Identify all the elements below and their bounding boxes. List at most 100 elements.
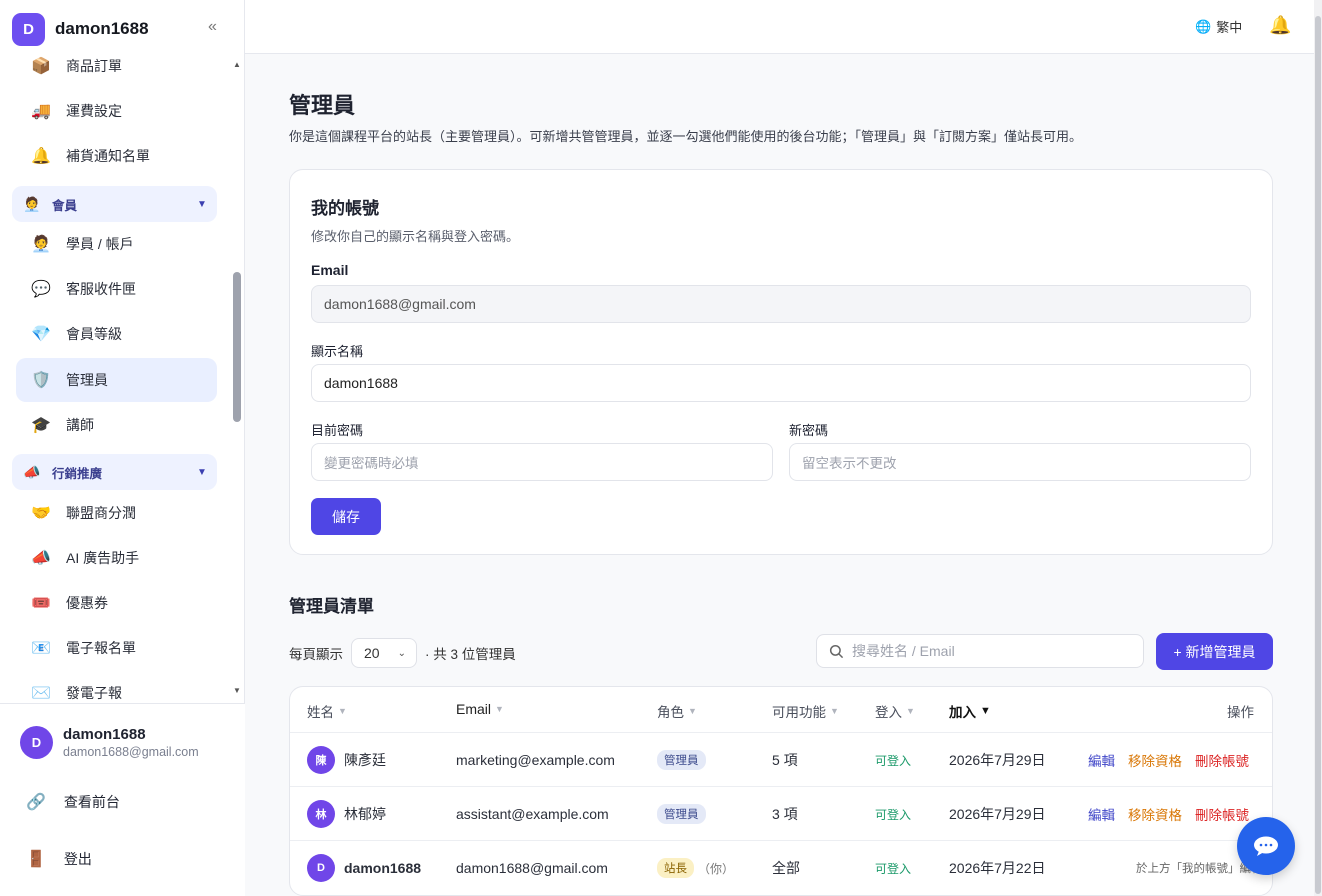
sidebar-scrollbar[interactable]: ▲ ▼: [231, 56, 243, 704]
column-header-name[interactable]: 姓名 ▼: [307, 701, 347, 721]
column-header-label: 加入: [949, 705, 976, 720]
my-account-subtitle: 修改你自己的顯示名稱與登入密碼。: [311, 229, 520, 244]
sidebar-item-instructors[interactable]: 🎓 講師: [16, 403, 217, 447]
sidebar-nav: 📦 商品訂單 🚚 運費設定 🔔 補貨通知名單 🧑‍💼 會員 ▼ 🧑‍💼 學員 /…: [0, 44, 232, 704]
sidebar: D damon1688 « 📦 商品訂單 🚚 運費設定 🔔 補貨通知名單 🧑‍💼…: [0, 0, 245, 896]
sidebar-item-support-inbox[interactable]: 💬 客服收件匣: [16, 267, 217, 311]
view-frontend-link[interactable]: 🔗 查看前台: [26, 792, 120, 812]
current-password-field[interactable]: 變更密碼時必填: [311, 443, 773, 481]
sidebar-item-label: 學員 / 帳戶: [66, 236, 134, 252]
column-header-label: 登入: [875, 705, 902, 720]
collapse-sidebar-icon[interactable]: «: [208, 18, 217, 36]
brand-logo: D: [12, 12, 45, 46]
edit-button[interactable]: 編輯: [1088, 750, 1115, 770]
scroll-down-icon[interactable]: ▼: [233, 686, 241, 695]
brand[interactable]: D damon1688: [12, 12, 149, 46]
remove-role-button[interactable]: 移除資格: [1128, 750, 1182, 770]
sidebar-item-shipping[interactable]: 🚚 運費設定: [16, 89, 217, 133]
add-admin-button[interactable]: + 新增管理員: [1156, 633, 1273, 670]
graduation-cap-icon: 🎓: [31, 417, 51, 434]
sidebar-item-newsletter-list[interactable]: 📧 電子報名單: [16, 626, 217, 670]
delete-account-button[interactable]: 刪除帳號: [1195, 804, 1249, 824]
email-cell: marketing@example.com: [456, 752, 615, 768]
sidebar-item-member-levels[interactable]: 💎 會員等級: [16, 312, 217, 356]
login-status: 可登入: [875, 753, 912, 768]
sort-icon: ▼: [830, 706, 839, 716]
package-icon: 📦: [31, 58, 51, 75]
column-header-joined[interactable]: 加入 ▼: [949, 701, 991, 721]
person-icon: 🧑‍💼: [31, 236, 51, 253]
column-header-role[interactable]: 角色 ▼: [657, 701, 697, 721]
sidebar-item-label: 客服收件匣: [66, 281, 136, 297]
role-badge: 站長: [657, 858, 694, 878]
sidebar-group-members[interactable]: 🧑‍💼 會員 ▼: [12, 186, 217, 222]
diamond-icon: 💎: [31, 326, 51, 343]
logout-link[interactable]: 🚪 登出: [26, 849, 92, 869]
column-header-actions: 操作: [1227, 701, 1254, 721]
column-header-email[interactable]: Email ▼: [456, 701, 504, 717]
actions-cell: 編輯 移除資格 刪除帳號: [1088, 733, 1249, 787]
column-header-label: 可用功能: [772, 705, 826, 720]
save-button[interactable]: 儲存: [311, 498, 381, 535]
new-password-field[interactable]: 留空表示不更改: [789, 443, 1251, 481]
login-status: 可登入: [875, 861, 912, 876]
sort-icon: ▼: [906, 706, 915, 716]
current-user[interactable]: D damon1688 damon1688@gmail.com: [20, 726, 199, 759]
caret-down-icon: ▼: [197, 198, 207, 210]
remove-role-button[interactable]: 移除資格: [1128, 804, 1182, 824]
login-cell: 可登入: [875, 787, 911, 841]
sidebar-item-students[interactable]: 🧑‍💼 學員 / 帳戶: [16, 222, 217, 266]
language-switcher[interactable]: 🌐 繁中: [1195, 17, 1242, 36]
sidebar-item-label: 講師: [66, 417, 94, 433]
page-scroll-thumb[interactable]: [1315, 16, 1321, 894]
sidebar-group-label: 會員: [52, 198, 78, 213]
column-header-features[interactable]: 可用功能 ▼: [772, 701, 839, 721]
person-icon: 🧑‍💼: [23, 195, 41, 212]
admin-name: 林郁婷: [344, 806, 386, 822]
login-cell: 可登入: [875, 841, 911, 895]
scroll-up-icon[interactable]: ▲: [233, 60, 241, 69]
login-cell: 可登入: [875, 733, 911, 787]
joined-cell: 2026年7月29日: [949, 806, 1046, 822]
envelope-icon: ✉️: [31, 685, 51, 702]
sidebar-item-ai-ads[interactable]: 📣 AI 廣告助手: [16, 536, 217, 580]
display-name-field[interactable]: damon1688: [311, 364, 1251, 402]
mail-icon: 📧: [31, 640, 51, 657]
globe-icon: 🌐: [1195, 18, 1212, 34]
sidebar-group-marketing[interactable]: 📣 行銷推廣 ▼: [12, 454, 217, 490]
column-header-label: 姓名: [307, 705, 334, 720]
chat-bubble-icon: [1254, 836, 1278, 856]
search-placeholder: 搜尋姓名 / Email: [852, 643, 955, 659]
chat-widget-button[interactable]: [1237, 817, 1295, 875]
search-input[interactable]: 搜尋姓名 / Email: [816, 634, 1144, 668]
avatar: 陳: [307, 746, 335, 774]
sidebar-item-label: 商品訂單: [66, 58, 122, 74]
role-badge: 管理員: [657, 750, 706, 770]
features-cell: 3 項: [772, 806, 798, 822]
sidebar-item-restock-notify[interactable]: 🔔 補貨通知名單: [16, 134, 217, 178]
sidebar-item-product-orders[interactable]: 📦 商品訂單: [16, 44, 217, 88]
delete-account-button[interactable]: 刪除帳號: [1195, 750, 1249, 770]
edit-button[interactable]: 編輯: [1088, 804, 1115, 824]
email-cell: damon1688@gmail.com: [456, 860, 608, 876]
name-cell: 林 林郁婷: [307, 787, 386, 841]
sidebar-item-admins[interactable]: 🛡️ 管理員: [16, 358, 217, 402]
page-scrollbar[interactable]: [1314, 0, 1322, 896]
sidebar-item-affiliates[interactable]: 🤝 聯盟商分潤: [16, 491, 217, 535]
per-page-label: 每頁顯示: [289, 647, 343, 662]
name-cell: 陳 陳彥廷: [307, 733, 386, 787]
joined-cell: 2026年7月29日: [949, 752, 1046, 768]
admin-name: damon1688: [344, 860, 422, 876]
joined-cell: 2026年7月22日: [949, 860, 1046, 876]
sidebar-item-send-newsletter[interactable]: ✉️ 發電子報: [16, 671, 217, 704]
column-header-login[interactable]: 登入 ▼: [875, 701, 915, 721]
sidebar-item-coupons[interactable]: 🎟️ 優惠券: [16, 581, 217, 625]
per-page-select[interactable]: 20 ⌄: [351, 638, 417, 668]
sidebar-scroll-thumb[interactable]: [233, 272, 241, 422]
bell-icon: 🔔: [31, 148, 51, 165]
sidebar-item-label: 優惠券: [66, 595, 108, 611]
sidebar-item-label: AI 廣告助手: [66, 550, 140, 566]
notification-bell-icon[interactable]: 🔔: [1269, 15, 1291, 36]
sort-icon: ▼: [338, 706, 347, 716]
sidebar-footer: D damon1688 damon1688@gmail.com 🔗 查看前台 🚪…: [0, 703, 245, 896]
